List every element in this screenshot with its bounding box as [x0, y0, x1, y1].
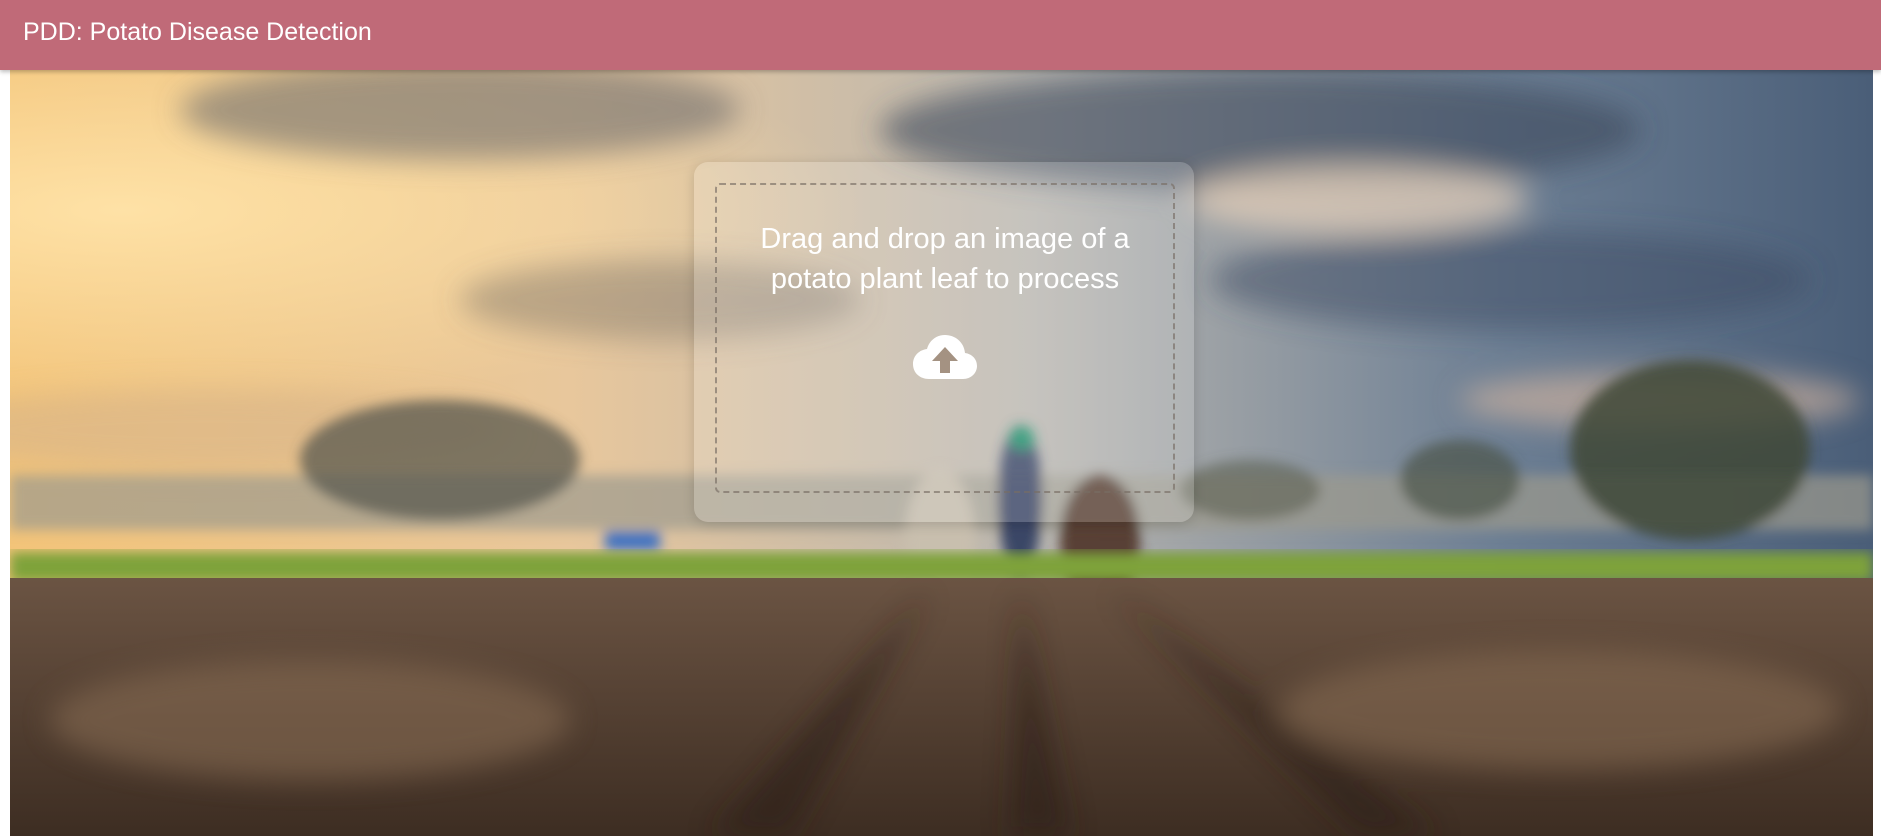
- cloud-upload-icon[interactable]: [912, 333, 978, 381]
- app-title: PDD: Potato Disease Detection: [23, 18, 372, 46]
- app-bar: PDD: Potato Disease Detection: [0, 0, 1881, 70]
- image-dropzone[interactable]: Drag and drop an image of a potato plant…: [715, 183, 1175, 493]
- upload-card: Drag and drop an image of a potato plant…: [694, 162, 1194, 522]
- dropzone-instruction: Drag and drop an image of a potato plant…: [760, 223, 1130, 295]
